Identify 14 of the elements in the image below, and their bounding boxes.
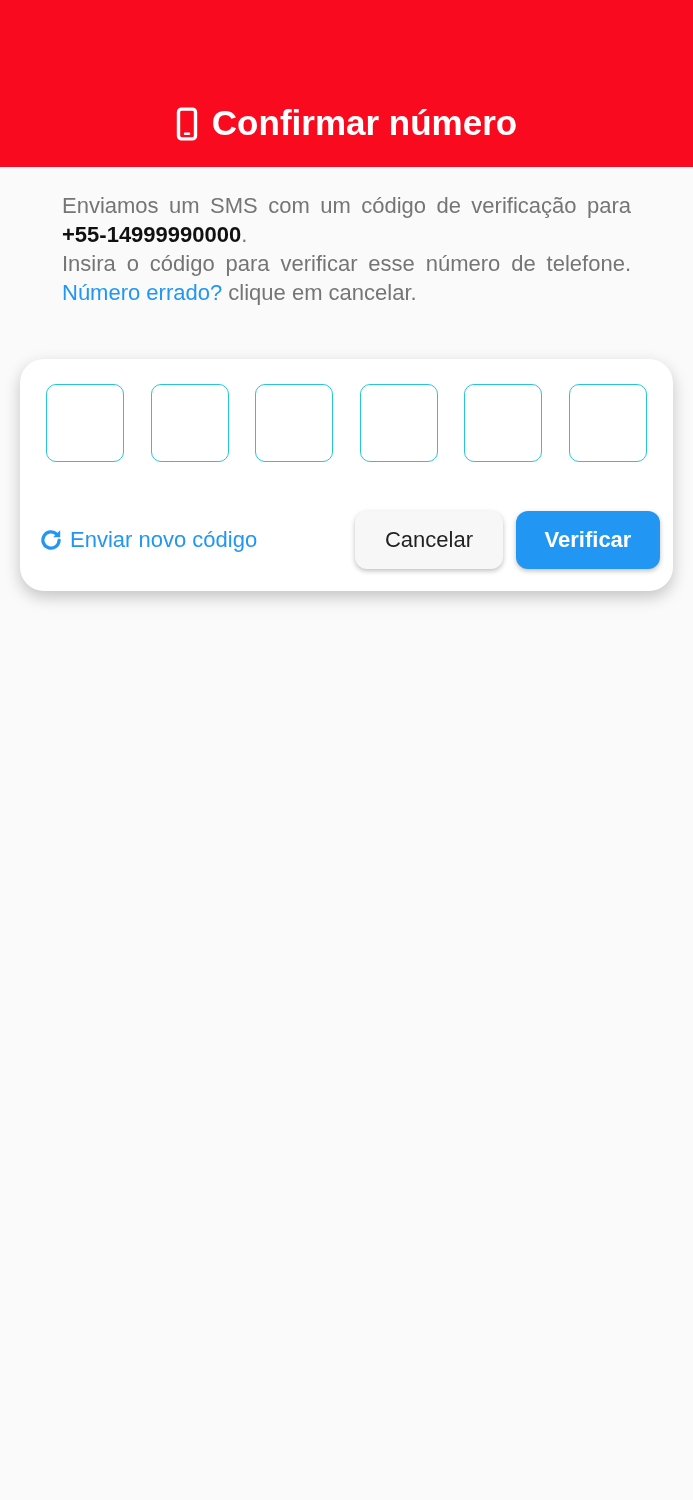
resend-code-link[interactable]: Enviar novo código (38, 527, 258, 553)
refresh-icon (38, 527, 64, 553)
code-digit-field[interactable] (464, 384, 543, 462)
code-digit-field[interactable] (46, 384, 124, 462)
cancel-button[interactable]: Cancelar (355, 511, 503, 569)
code-digit-field[interactable] (150, 384, 229, 462)
verify-button[interactable]: Verificar (516, 511, 660, 569)
code-digit-field[interactable] (359, 384, 438, 462)
phone-icon (175, 107, 198, 141)
code-digit-field[interactable] (255, 384, 334, 462)
page-title: Confirmar número (211, 102, 518, 144)
wrong-number-link[interactable]: Número errado? (62, 280, 223, 305)
code-digit-field[interactable] (568, 384, 647, 462)
instruction-text: Enviamos um SMS com um código de verificação para +55-14999990000. Insira o código para verificar esse número de telefone. Número errado? clique em cancelar. (62, 192, 631, 307)
